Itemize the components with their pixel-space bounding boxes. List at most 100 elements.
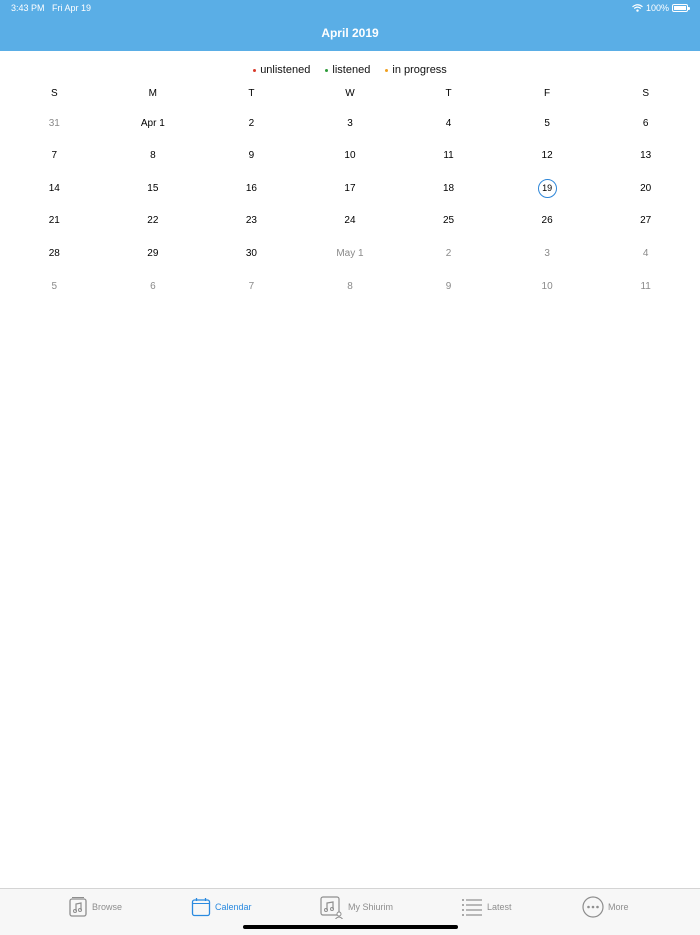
calendar-day-label: 10 xyxy=(344,150,356,161)
calendar-day[interactable]: 3 xyxy=(301,114,400,134)
weekday-wednesday: W xyxy=(345,88,355,99)
calendar-day[interactable]: 2 xyxy=(202,114,301,134)
music-note-icon xyxy=(69,897,87,917)
music-person-icon xyxy=(320,896,343,919)
list-icon xyxy=(462,899,482,916)
more-icon xyxy=(582,896,604,918)
calendar-day[interactable]: 26 xyxy=(498,211,597,231)
calendar-day-label: May 1 xyxy=(336,248,364,259)
calendar-week-row: 21 22 23 24 25 26 27 xyxy=(5,211,695,231)
calendar-week-row: 14 15 16 17 18 19 20 xyxy=(5,179,695,199)
calendar-day-label: 13 xyxy=(640,150,652,161)
weekday-saturday: S xyxy=(642,88,649,99)
calendar-day[interactable]: 6 xyxy=(596,114,695,134)
calendar-day[interactable]: 25 xyxy=(399,211,498,231)
calendar-day-label: 3 xyxy=(544,248,550,259)
legend-listened: listened xyxy=(325,64,370,76)
tab-calendar[interactable]: Calendar xyxy=(191,889,252,925)
calendar-day[interactable]: 10 xyxy=(301,146,400,166)
calendar-day[interactable]: 15 xyxy=(104,179,203,199)
calendar-day[interactable]: 5 xyxy=(5,277,104,297)
calendar-day[interactable]: 4 xyxy=(596,244,695,264)
calendar-day-label: 27 xyxy=(640,215,652,226)
status-time: 3:43 PM xyxy=(11,3,45,13)
tab-browse[interactable]: Browse xyxy=(68,889,122,925)
weekday-friday: F xyxy=(544,88,551,99)
home-indicator[interactable] xyxy=(243,925,458,929)
tab-more[interactable]: More xyxy=(582,889,629,925)
calendar-day[interactable]: 9 xyxy=(399,277,498,297)
weekday-tuesday: T xyxy=(248,88,255,99)
calendar-day[interactable]: 11 xyxy=(399,146,498,166)
calendar-day-label: 8 xyxy=(347,281,353,292)
calendar-day-label: 6 xyxy=(642,118,649,129)
calendar-day-label: 10 xyxy=(541,281,553,292)
calendar-day[interactable]: 22 xyxy=(104,211,203,231)
status-date: Fri Apr 19 xyxy=(52,3,92,13)
calendar-day[interactable]: 27 xyxy=(596,211,695,231)
calendar-week-row: 28 29 30 May 1 2 3 4 xyxy=(5,244,695,264)
calendar-day[interactable]: 29 xyxy=(104,244,203,264)
tab-latest-label: Latest xyxy=(487,902,512,912)
tab-calendar-label: Calendar xyxy=(215,902,252,912)
calendar-day-label: 9 xyxy=(445,281,452,292)
calendar-day[interactable]: 7 xyxy=(5,146,104,166)
calendar-day-today[interactable]: 19 xyxy=(498,179,597,199)
calendar-icon xyxy=(191,898,211,917)
calendar-day[interactable]: 20 xyxy=(596,179,695,199)
calendar-day[interactable]: 9 xyxy=(202,146,301,166)
calendar-day[interactable]: 6 xyxy=(104,277,203,297)
weekday-monday: M xyxy=(148,88,158,99)
calendar-day[interactable]: 13 xyxy=(596,146,695,166)
calendar-day[interactable]: 16 xyxy=(202,179,301,199)
calendar-day[interactable]: 12 xyxy=(498,146,597,166)
calendar-day[interactable]: 28 xyxy=(5,244,104,264)
calendar-day-label: 29 xyxy=(147,248,159,259)
calendar-day-label: 31 xyxy=(48,118,60,129)
calendar-day[interactable]: 7 xyxy=(202,277,301,297)
calendar-day-label: 11 xyxy=(443,150,454,161)
listened-dot-icon xyxy=(325,68,329,72)
calendar-day-label: 17 xyxy=(344,183,356,194)
calendar-day-label: 25 xyxy=(442,215,455,226)
calendar-day-label: 30 xyxy=(245,248,257,259)
calendar-day[interactable]: May 1 xyxy=(301,244,400,264)
calendar-day[interactable]: 24 xyxy=(301,211,400,231)
calendar-day[interactable]: 11 xyxy=(596,277,695,297)
calendar-day[interactable]: 3 xyxy=(498,244,597,264)
calendar-day[interactable]: 30 xyxy=(202,244,301,264)
calendar-day[interactable]: 10 xyxy=(498,277,597,297)
calendar-day[interactable]: 2 xyxy=(399,244,498,264)
calendar-day[interactable]: 14 xyxy=(5,179,104,199)
calendar-day[interactable]: 23 xyxy=(202,211,301,231)
calendar-day-label: 2 xyxy=(445,248,452,259)
calendar-day-label: Apr 1 xyxy=(140,118,165,129)
legend: unlistened listened in progress xyxy=(0,64,700,76)
calendar-day-label: 19 xyxy=(537,179,557,198)
status-indicators: 100% xyxy=(632,3,690,13)
navigation-header: 3:43 PM Fri Apr 19 100% April 2019 xyxy=(0,0,700,51)
calendar-week-row: 31 Apr 1 2 3 4 5 6 xyxy=(5,114,695,134)
calendar-day-label: 2 xyxy=(248,118,255,129)
weekday-thursday: T xyxy=(445,88,452,99)
weekday-header: S M T W T F S xyxy=(5,88,695,99)
calendar-day[interactable]: 17 xyxy=(301,179,400,199)
unlistened-dot-icon xyxy=(253,68,257,72)
calendar-day[interactable]: 5 xyxy=(498,114,597,134)
calendar-day[interactable]: Apr 1 xyxy=(104,114,203,134)
tab-latest[interactable]: Latest xyxy=(461,889,512,925)
page-title: April 2019 xyxy=(321,26,379,40)
calendar-day[interactable]: 31 xyxy=(5,114,104,134)
calendar-day[interactable]: 18 xyxy=(399,179,498,199)
calendar-day[interactable]: 8 xyxy=(104,146,203,166)
battery-percent: 100% xyxy=(645,3,669,13)
calendar-day[interactable]: 21 xyxy=(5,211,104,231)
tab-browse-label: Browse xyxy=(92,902,123,912)
calendar-day-label: 11 xyxy=(640,281,651,292)
calendar-day[interactable]: 4 xyxy=(399,114,498,134)
calendar-day-label: 24 xyxy=(344,215,356,226)
calendar-day[interactable]: 8 xyxy=(301,277,400,297)
calendar-day-label: 8 xyxy=(150,150,156,161)
tab-my-shiurim[interactable]: My Shiurim xyxy=(320,889,393,925)
in-progress-dot-icon xyxy=(385,68,389,72)
